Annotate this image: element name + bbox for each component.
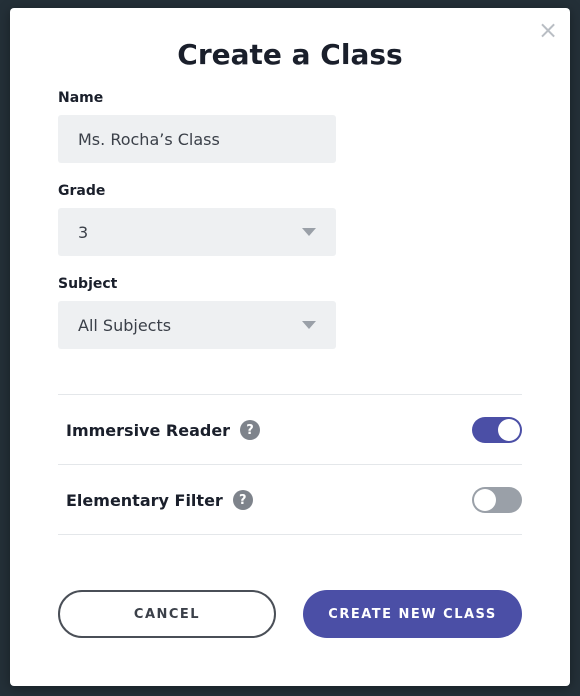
- help-icon[interactable]: ?: [232, 490, 253, 510]
- cancel-button[interactable]: CANCEL: [58, 590, 276, 638]
- name-field[interactable]: [58, 115, 336, 163]
- elementary-filter-row: Elementary Filter ?: [58, 465, 522, 535]
- name-input[interactable]: [78, 129, 316, 149]
- create-class-dialog: × Create a Class Name Grade 3 Subject Al…: [10, 8, 570, 686]
- toggle-knob: [498, 419, 520, 441]
- divider: [58, 534, 522, 535]
- elementary-filter-toggle[interactable]: [472, 487, 522, 513]
- grade-label: Grade: [58, 183, 106, 199]
- immersive-reader-row: Immersive Reader ?: [58, 395, 522, 465]
- elementary-filter-label: Elementary Filter: [66, 490, 223, 510]
- toggle-knob: [474, 489, 496, 511]
- subject-selected-value: All Subjects: [78, 315, 172, 335]
- immersive-reader-label: Immersive Reader: [66, 420, 231, 440]
- name-label: Name: [58, 90, 104, 106]
- immersive-reader-toggle[interactable]: [472, 417, 522, 443]
- dialog-title: Create a Class: [177, 38, 403, 71]
- subject-label: Subject: [58, 276, 118, 292]
- chevron-down-icon: [302, 321, 316, 329]
- grade-selected-value: 3: [78, 222, 89, 242]
- create-new-class-button[interactable]: CREATE NEW CLASS: [303, 590, 522, 638]
- subject-select[interactable]: All Subjects: [58, 301, 336, 349]
- grade-select[interactable]: 3: [58, 208, 336, 256]
- chevron-down-icon: [302, 228, 316, 236]
- help-icon[interactable]: ?: [240, 420, 261, 440]
